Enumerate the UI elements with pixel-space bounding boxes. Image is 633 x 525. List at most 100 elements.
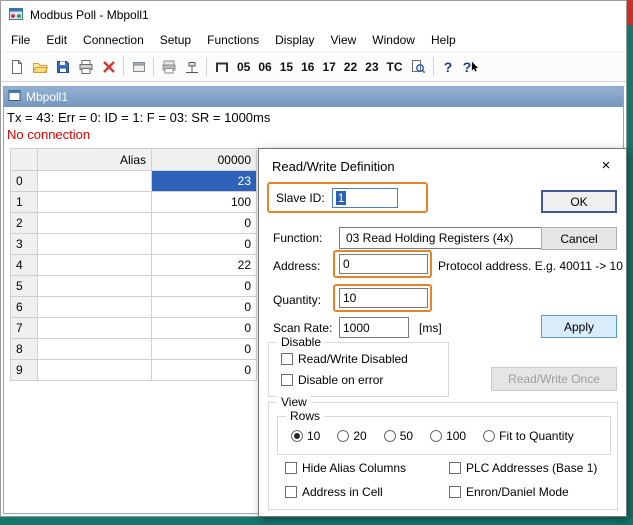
alias-cell[interactable]: [38, 213, 152, 234]
value-cell-selected[interactable]: 23: [152, 171, 257, 192]
cancel-button[interactable]: Cancel: [541, 227, 617, 250]
toolbar-button-23[interactable]: 23: [361, 55, 382, 78]
menu-setup[interactable]: Setup: [152, 30, 199, 50]
alias-column-header[interactable]: Alias: [38, 149, 152, 171]
value-cell[interactable]: 0: [152, 234, 257, 255]
menu-connection[interactable]: Connection: [75, 30, 152, 50]
value-column-header[interactable]: 00000: [152, 149, 257, 171]
slave-id-input[interactable]: 1: [331, 187, 398, 208]
alias-cell[interactable]: [38, 339, 152, 360]
disable-on-error-label[interactable]: Disable on error: [298, 373, 383, 387]
junction-icon[interactable]: [210, 55, 233, 78]
menu-window[interactable]: Window: [364, 30, 423, 50]
context-help-icon[interactable]: ?: [460, 55, 483, 78]
row-header[interactable]: 4: [11, 255, 38, 276]
rows-20-radio[interactable]: [337, 429, 350, 442]
alias-cell[interactable]: [38, 297, 152, 318]
toolbar-button-16[interactable]: 16: [297, 55, 318, 78]
row-header[interactable]: 2: [11, 213, 38, 234]
disable-on-error-checkbox[interactable]: [281, 374, 293, 386]
print-icon[interactable]: [74, 55, 97, 78]
value-cell[interactable]: 0: [152, 297, 257, 318]
alias-cell[interactable]: [38, 192, 152, 213]
value-cell[interactable]: 100: [152, 192, 257, 213]
app-titlebar[interactable]: Modbus Poll - Mbpoll1: [1, 1, 626, 29]
toolbar-button-22[interactable]: 22: [340, 55, 361, 78]
plc-addresses-checkbox[interactable]: [449, 462, 461, 474]
rows-50-label[interactable]: 50: [400, 429, 413, 443]
row-header[interactable]: 7: [11, 318, 38, 339]
rows-50-radio[interactable]: [383, 429, 396, 442]
plc-addresses-label[interactable]: PLC Addresses (Base 1): [466, 461, 597, 475]
row-header[interactable]: 6: [11, 297, 38, 318]
print-preview-icon[interactable]: [157, 55, 180, 78]
menu-file[interactable]: File: [3, 30, 38, 50]
quantity-input[interactable]: 10: [339, 288, 428, 308]
address-input[interactable]: 0: [339, 254, 428, 274]
rows-100-radio[interactable]: [430, 429, 443, 442]
setup-window-icon[interactable]: [127, 55, 150, 78]
comm-traffic-icon[interactable]: [180, 55, 203, 78]
row-header[interactable]: 1: [11, 192, 38, 213]
row-header[interactable]: 8: [11, 339, 38, 360]
value-cell[interactable]: 0: [152, 276, 257, 297]
row-header[interactable]: 3: [11, 234, 38, 255]
toolbar-button-17[interactable]: 17: [318, 55, 339, 78]
save-icon[interactable]: [51, 55, 74, 78]
alias-cell[interactable]: [38, 276, 152, 297]
app-icon: [8, 6, 24, 25]
menu-help[interactable]: Help: [423, 30, 464, 50]
function-dropdown[interactable]: 03 Read Holding Registers (4x): [339, 227, 567, 249]
alias-cell[interactable]: [38, 171, 152, 192]
rows-fit-radio[interactable]: [483, 429, 496, 442]
value-cell[interactable]: 22: [152, 255, 257, 276]
apply-button[interactable]: Apply: [541, 315, 617, 338]
table-row: 3 0: [11, 234, 258, 255]
toolbar-button-tc[interactable]: TC: [383, 55, 407, 78]
alias-cell[interactable]: [38, 360, 152, 381]
new-file-icon[interactable]: [5, 55, 28, 78]
rows-10-label[interactable]: 10: [307, 429, 320, 443]
value-cell[interactable]: 0: [152, 318, 257, 339]
value-cell[interactable]: 0: [152, 213, 257, 234]
row-header[interactable]: 9: [11, 360, 38, 381]
toolbar-button-05[interactable]: 05: [233, 55, 254, 78]
row-header[interactable]: 5: [11, 276, 38, 297]
address-in-cell-label[interactable]: Address in Cell: [302, 485, 383, 499]
value-cell[interactable]: 0: [152, 339, 257, 360]
address-in-cell-checkbox[interactable]: [285, 486, 297, 498]
find-icon[interactable]: [407, 55, 430, 78]
menu-edit[interactable]: Edit: [38, 30, 75, 50]
toolbar-separator: [153, 57, 154, 76]
read-write-disabled-checkbox[interactable]: [281, 353, 293, 365]
alias-cell[interactable]: [38, 234, 152, 255]
enron-daniel-mode-checkbox[interactable]: [449, 486, 461, 498]
menu-view[interactable]: View: [323, 30, 365, 50]
toolbar-button-15[interactable]: 15: [276, 55, 297, 78]
value-cell[interactable]: 0: [152, 360, 257, 381]
enron-daniel-mode-label[interactable]: Enron/Daniel Mode: [466, 485, 569, 499]
disconnect-icon[interactable]: [97, 55, 120, 78]
rows-fit-label[interactable]: Fit to Quantity: [499, 429, 574, 443]
menu-display[interactable]: Display: [267, 30, 322, 50]
menu-functions[interactable]: Functions: [199, 30, 267, 50]
ok-button[interactable]: OK: [541, 190, 617, 213]
help-icon[interactable]: ?: [437, 55, 460, 78]
scan-rate-input[interactable]: 1000: [339, 317, 409, 338]
close-icon[interactable]: ×: [594, 154, 618, 176]
row-header[interactable]: 0: [11, 171, 38, 192]
toolbar-button-06[interactable]: 06: [254, 55, 275, 78]
rows-10-radio[interactable]: [291, 429, 303, 442]
open-folder-icon[interactable]: [28, 55, 51, 78]
alias-cell[interactable]: [38, 318, 152, 339]
rows-100-label[interactable]: 100: [446, 429, 466, 443]
rows-20-label[interactable]: 20: [353, 429, 366, 443]
mbpoll1-titlebar[interactable]: Mbpoll1: [4, 87, 623, 107]
hide-alias-columns-checkbox[interactable]: [285, 462, 297, 474]
table-row: 0 23: [11, 171, 258, 192]
hide-alias-columns-label[interactable]: Hide Alias Columns: [302, 461, 406, 475]
toolbar-separator: [206, 57, 207, 76]
alias-cell[interactable]: [38, 255, 152, 276]
read-write-disabled-label[interactable]: Read/Write Disabled: [298, 352, 408, 366]
connection-status: No connection: [7, 127, 91, 142]
